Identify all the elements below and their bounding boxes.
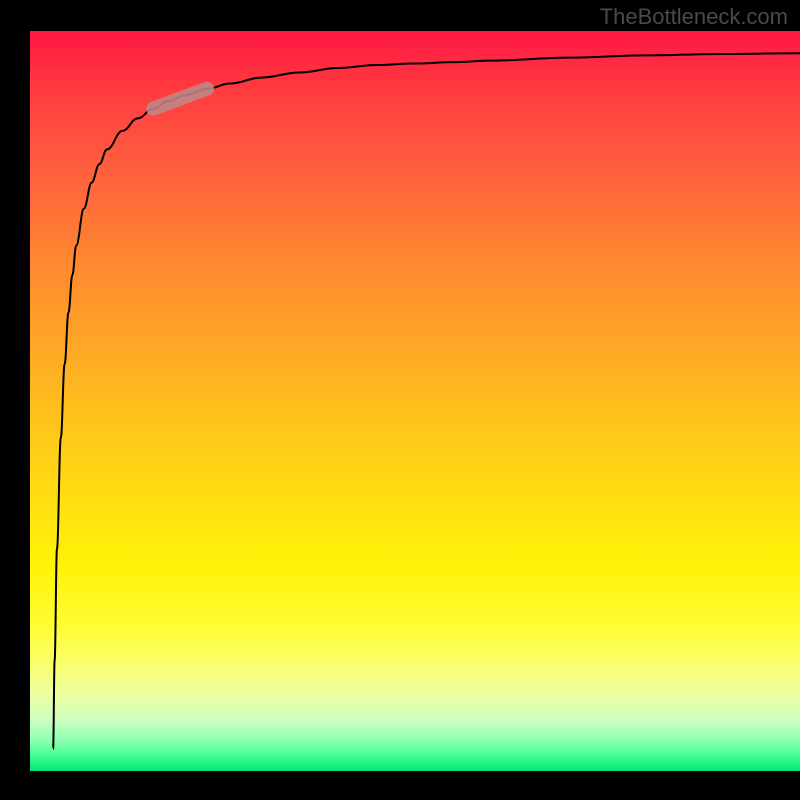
bottleneck-curve-line	[53, 53, 800, 749]
curve-marker-highlight	[153, 89, 207, 109]
watermark-text: TheBottleneck.com	[600, 4, 788, 30]
chart-plot-area	[30, 31, 800, 771]
chart-svg	[30, 31, 800, 771]
